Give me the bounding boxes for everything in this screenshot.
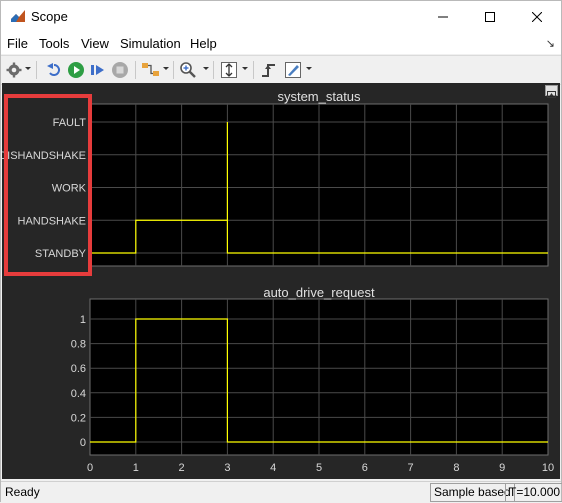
step-forward-button[interactable] xyxy=(89,60,107,80)
close-button[interactable] xyxy=(514,1,560,32)
maximize-icon xyxy=(485,11,495,22)
x-tick-label: 6 xyxy=(362,462,368,474)
trigger-button[interactable] xyxy=(260,60,278,80)
toolbar-separator xyxy=(213,61,214,79)
stop-button[interactable] xyxy=(111,60,129,80)
zoom-button[interactable] xyxy=(179,60,197,80)
zoom-in-icon xyxy=(180,62,196,78)
highlight-dropdown-icon[interactable] xyxy=(163,67,169,70)
highlight-block-button[interactable] xyxy=(141,60,161,80)
minimize-icon xyxy=(438,16,448,17)
zoom-dropdown-icon[interactable] xyxy=(203,67,209,70)
y-tick-label: 0.8 xyxy=(71,339,86,351)
menu-help[interactable]: Help xyxy=(190,36,217,51)
y-tick-label: 1 xyxy=(80,314,86,326)
x-tick-label: 5 xyxy=(316,462,322,474)
status-bar: Ready Sample based T=10.000 xyxy=(1,481,562,503)
style-button[interactable] xyxy=(284,60,302,80)
menu-tools-label: Tools xyxy=(39,36,70,51)
x-tick-label: 1 xyxy=(133,462,139,474)
x-tick-label: 2 xyxy=(179,462,185,474)
scope-window: Scope File Tools View Simulation Help ↘ xyxy=(0,0,562,503)
plot-title: system_status xyxy=(277,89,361,104)
close-icon xyxy=(532,11,542,22)
menu-bar: File Tools View Simulation Help ↘ xyxy=(1,33,561,54)
run-button[interactable] xyxy=(67,60,85,80)
menu-file[interactable]: File xyxy=(7,36,28,51)
x-tick-label: 3 xyxy=(224,462,230,474)
step-forward-icon xyxy=(91,65,104,75)
toolbar-separator xyxy=(135,61,136,79)
menu-view-label: View xyxy=(81,36,109,51)
title-bar: Scope xyxy=(1,1,561,33)
plot-title: auto_drive_request xyxy=(263,285,375,300)
scale-axes-button[interactable] xyxy=(220,60,238,80)
x-tick-label: 8 xyxy=(453,462,459,474)
menu-help-label: Help xyxy=(190,36,217,51)
menu-simulation[interactable]: Simulation xyxy=(120,36,181,51)
x-tick-label: 10 xyxy=(542,462,554,474)
matlab-scope-icon xyxy=(11,10,25,22)
x-tick-label: 9 xyxy=(499,462,505,474)
menu-file-label: File xyxy=(7,36,28,51)
toolbar-separator xyxy=(253,61,254,79)
y-tick-label: 0.2 xyxy=(71,412,86,424)
step-back-icon xyxy=(47,63,60,76)
undock-button[interactable] xyxy=(545,85,558,98)
minimize-button[interactable] xyxy=(420,1,466,32)
x-tick-label: 4 xyxy=(270,462,276,474)
stop-icon xyxy=(112,62,128,78)
status-text: Ready xyxy=(5,485,40,499)
step-back-button[interactable] xyxy=(45,60,63,80)
toolbar xyxy=(1,55,561,85)
expand-icon xyxy=(547,91,556,98)
settings-button[interactable] xyxy=(6,60,22,80)
x-tick-label: 0 xyxy=(87,462,93,474)
window-title: Scope xyxy=(31,9,68,24)
run-icon xyxy=(68,62,84,78)
annotation-highlight-box xyxy=(4,94,92,276)
toolbar-separator xyxy=(36,61,37,79)
x-tick-label: 7 xyxy=(408,462,414,474)
menu-simulation-label: Simulation xyxy=(120,36,181,51)
dock-arrow-icon[interactable]: ↘ xyxy=(546,37,555,50)
toolbar-separator xyxy=(173,61,174,79)
y-tick-label: 0.4 xyxy=(71,388,86,400)
style-icon xyxy=(285,62,301,78)
trigger-icon xyxy=(262,64,275,77)
scale-dropdown-icon[interactable] xyxy=(242,67,248,70)
sample-mode-field: Sample based xyxy=(430,483,515,502)
settings-gear-icon xyxy=(6,62,22,78)
menu-view[interactable]: View xyxy=(81,36,109,51)
menu-tools[interactable]: Tools xyxy=(39,36,69,51)
y-tick-label: 0.6 xyxy=(71,363,86,375)
settings-dropdown-icon[interactable] xyxy=(25,67,31,70)
maximize-button[interactable] xyxy=(467,1,513,32)
scale-axes-icon xyxy=(221,62,237,78)
y-tick-label: 0 xyxy=(80,437,86,449)
style-dropdown-icon[interactable] xyxy=(306,67,312,70)
highlight-block-icon xyxy=(142,63,159,76)
sim-time-field: T=10.000 xyxy=(505,483,562,502)
